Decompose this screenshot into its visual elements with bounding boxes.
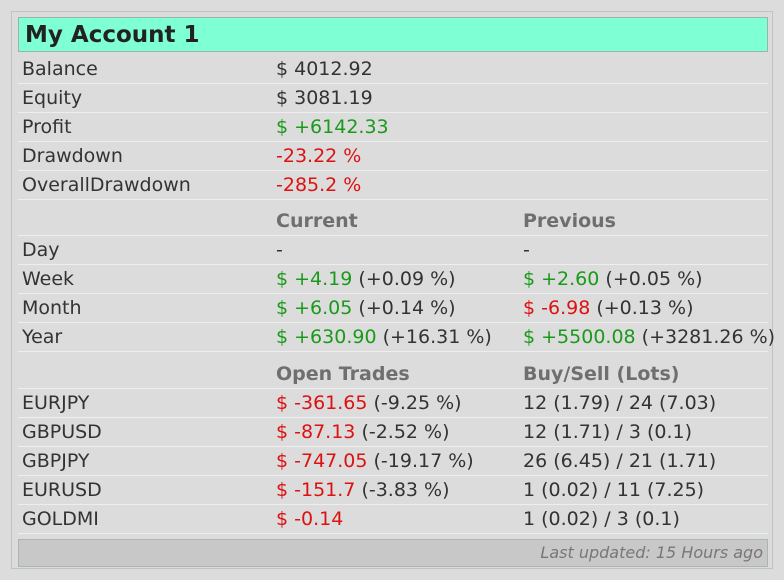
previous-header: Previous bbox=[523, 210, 616, 232]
period-label: Month bbox=[22, 297, 82, 319]
trades-header-row: Open Trades Buy/Sell (Lots) bbox=[18, 360, 768, 389]
trade-pl: $ -0.14 bbox=[276, 507, 343, 531]
period-previous-amount: $ -6.98 bbox=[523, 297, 591, 319]
period-row: Month $ +6.05 (+0.14 %) $ -6.98 (+0.13 %) bbox=[18, 294, 768, 323]
trade-pl-pct: (-3.83 %) bbox=[361, 479, 450, 501]
summary-row: OverallDrawdown -285.2 % bbox=[18, 171, 768, 200]
trade-pl: $ -87.13 (-2.52 %) bbox=[276, 420, 450, 444]
trade-pl-amount: $ -747.05 bbox=[276, 450, 368, 472]
period-current: $ +630.90 (+16.31 %) bbox=[276, 325, 492, 349]
last-updated: Last updated: 15 Hours ago bbox=[540, 543, 763, 562]
period-previous-pct: (+3281.26 %) bbox=[641, 326, 776, 348]
period-previous: - bbox=[523, 238, 530, 262]
trade-pl: $ -747.05 (-19.17 %) bbox=[276, 449, 474, 473]
trade-pl: $ -361.65 (-9.25 %) bbox=[276, 391, 462, 415]
summary-label: Profit bbox=[22, 116, 72, 138]
trade-pl-amount: $ -0.14 bbox=[276, 508, 344, 530]
period-current-amount: - bbox=[276, 239, 283, 261]
summary-row: Equity $ 3081.19 bbox=[18, 84, 768, 113]
open-trades-header: Open Trades bbox=[276, 363, 410, 385]
summary-value: $ 4012.92 bbox=[276, 58, 373, 80]
period-current-amount: $ +4.19 bbox=[276, 268, 353, 290]
period-previous-amount: $ +2.60 bbox=[523, 268, 600, 290]
summary-row: Balance $ 4012.92 bbox=[18, 55, 768, 84]
period-label: Year bbox=[22, 326, 63, 348]
trade-pl-amount: $ -87.13 bbox=[276, 421, 356, 443]
period-previous-amount: - bbox=[523, 239, 530, 261]
period-label: Day bbox=[22, 239, 60, 261]
trade-pl-pct: (-2.52 %) bbox=[361, 421, 450, 443]
summary-value: $ 3081.19 bbox=[276, 87, 373, 109]
period-label: Week bbox=[22, 268, 75, 290]
trade-symbol: EURJPY bbox=[22, 392, 90, 414]
period-row: Week $ +4.19 (+0.09 %) $ +2.60 (+0.05 %) bbox=[18, 265, 768, 294]
period-previous: $ +5500.08 (+3281.26 %) bbox=[523, 325, 775, 349]
trade-lots: 12 (1.71) / 3 (0.1) bbox=[523, 421, 692, 443]
trade-lots: 12 (1.79) / 24 (7.03) bbox=[523, 392, 717, 414]
title-bar: My Account 1 bbox=[18, 17, 768, 52]
trade-row: EURJPY $ -361.65 (-9.25 %) 12 (1.79) / 24 … bbox=[18, 389, 768, 418]
period-current-pct: (+0.14 %) bbox=[358, 297, 456, 319]
trade-symbol: EURUSD bbox=[22, 479, 102, 501]
summary-label: Equity bbox=[22, 87, 83, 109]
period-previous: $ -6.98 (+0.13 %) bbox=[523, 296, 694, 320]
footer-bar: Last updated: 15 Hours ago bbox=[18, 539, 768, 567]
periods-header-row: Current Previous bbox=[18, 207, 768, 236]
trade-pl-amount: $ -151.7 bbox=[276, 479, 356, 501]
summary-label: Drawdown bbox=[22, 145, 123, 167]
period-current-amount: $ +630.90 bbox=[276, 326, 377, 348]
trade-lots: 1 (0.02) / 11 (7.25) bbox=[523, 479, 705, 501]
trade-lots: 26 (6.45) / 21 (1.71) bbox=[523, 450, 717, 472]
trade-pl-pct: (-19.17 %) bbox=[373, 450, 474, 472]
trade-row: GBPJPY $ -747.05 (-19.17 %) 26 (6.45) / 21… bbox=[18, 447, 768, 476]
period-current-amount: $ +6.05 bbox=[276, 297, 353, 319]
period-current: $ +4.19 (+0.09 %) bbox=[276, 267, 456, 291]
trade-row: GOLDMI $ -0.14 1 (0.02) / 3 (0.1) bbox=[18, 505, 768, 534]
period-current: - bbox=[276, 238, 283, 262]
trade-row: GBPUSD $ -87.13 (-2.52 %) 12 (1.71) / 3 (0… bbox=[18, 418, 768, 447]
trade-lots: 1 (0.02) / 3 (0.1) bbox=[523, 508, 680, 530]
summary-value: -285.2 % bbox=[276, 174, 362, 196]
period-previous-pct: (+0.05 %) bbox=[605, 268, 703, 290]
period-previous: $ +2.60 (+0.05 %) bbox=[523, 267, 703, 291]
account-title: My Account 1 bbox=[25, 22, 200, 48]
trade-pl-amount: $ -361.65 bbox=[276, 392, 368, 414]
trade-row: EURUSD $ -151.7 (-3.83 %) 1 (0.02) / 11 (7… bbox=[18, 476, 768, 505]
period-previous-pct: (+0.13 %) bbox=[596, 297, 694, 319]
period-row: Day - - bbox=[18, 236, 768, 265]
trade-symbol: GBPJPY bbox=[22, 450, 90, 472]
summary-value: $ +6142.33 bbox=[276, 116, 389, 138]
summary-label: Balance bbox=[22, 58, 98, 80]
period-current-pct: (+0.09 %) bbox=[358, 268, 456, 290]
trade-symbol: GBPUSD bbox=[22, 421, 102, 443]
period-current-pct: (+16.31 %) bbox=[382, 326, 492, 348]
summary-label: OverallDrawdown bbox=[22, 174, 191, 196]
current-header: Current bbox=[276, 210, 358, 232]
summary-value: -23.22 % bbox=[276, 145, 362, 167]
summary-row: Profit $ +6142.33 bbox=[18, 113, 768, 142]
trade-pl: $ -151.7 (-3.83 %) bbox=[276, 478, 450, 502]
trade-pl-pct: (-9.25 %) bbox=[373, 392, 462, 414]
period-previous-amount: $ +5500.08 bbox=[523, 326, 636, 348]
period-current: $ +6.05 (+0.14 %) bbox=[276, 296, 456, 320]
trade-symbol: GOLDMI bbox=[22, 508, 99, 530]
period-row: Year $ +630.90 (+16.31 %) $ +5500.08 (+328… bbox=[18, 323, 775, 352]
buysell-header: Buy/Sell (Lots) bbox=[523, 363, 680, 385]
summary-row: Drawdown -23.22 % bbox=[18, 142, 768, 171]
account-panel: My Account 1 Balance $ 4012.92 Equity $ 308… bbox=[18, 17, 775, 567]
